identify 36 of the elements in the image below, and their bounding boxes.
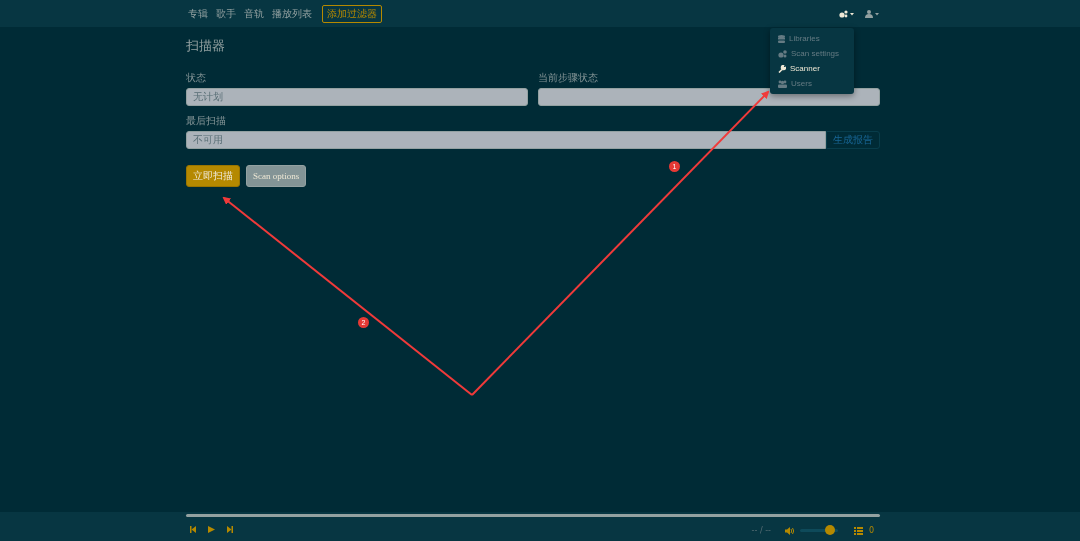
user-dropdown-button[interactable] — [865, 9, 880, 18]
status-field: 无计划 — [186, 88, 528, 106]
page-title: 扫描器 — [186, 37, 225, 55]
list-icon[interactable] — [853, 526, 863, 535]
menu-item[interactable]: Scanner — [770, 61, 854, 76]
field-label: 状态 — [186, 71, 206, 85]
nav-link[interactable]: 音轨 — [244, 6, 264, 21]
next-button[interactable] — [227, 526, 233, 533]
menu-item-label: Libraries — [789, 34, 820, 43]
gears-icon — [778, 49, 787, 58]
settings-dropdown-button[interactable] — [839, 9, 855, 18]
nav-link[interactable]: 专辑 — [188, 6, 208, 21]
nav-link[interactable]: 播放列表 — [272, 6, 312, 21]
menu-item[interactable]: Users — [770, 76, 854, 91]
volume-thumb[interactable] — [825, 525, 836, 535]
menu-item-label: Scan settings — [791, 49, 840, 58]
menu-item-label: Scanner — [790, 64, 820, 73]
volume-icon[interactable] — [784, 526, 794, 535]
menu-item[interactable]: Libraries — [770, 31, 854, 46]
wrench-icon — [778, 64, 786, 73]
scan-now-button[interactable]: 立即扫描 — [186, 165, 240, 187]
scan-options-button[interactable]: Scan options — [246, 165, 307, 187]
generate-report-button[interactable]: 生成报告 — [826, 131, 880, 149]
add-filter-button[interactable]: 添加过滤器 — [322, 4, 382, 23]
users-icon — [778, 79, 787, 88]
play-button[interactable] — [208, 526, 215, 533]
previous-button[interactable] — [190, 526, 196, 533]
time-display: -- / -- — [751, 526, 771, 535]
field-label: 当前步骤状态 — [538, 71, 598, 85]
menu-item[interactable]: Scan settings — [770, 46, 854, 61]
menu-item-label: Users — [791, 79, 812, 88]
field-label: 最后扫描 — [186, 114, 226, 128]
nav-link[interactable]: 歌手 — [216, 6, 236, 21]
database-icon — [778, 34, 785, 43]
queue-count: 0 — [868, 526, 874, 535]
last-scan-field: 不可用 — [186, 131, 826, 149]
